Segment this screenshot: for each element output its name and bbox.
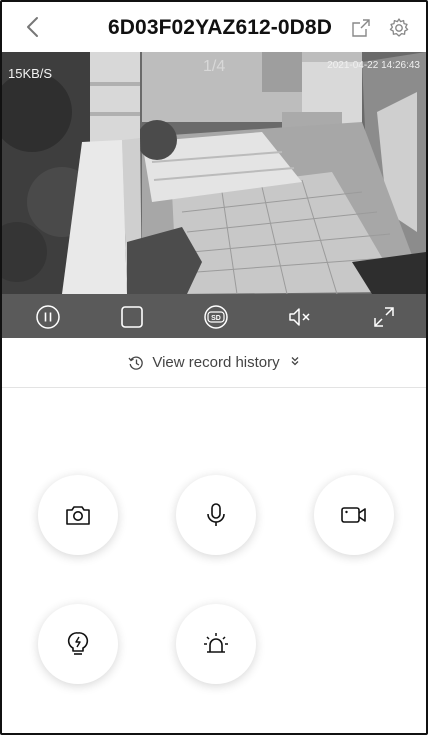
microphone-icon: [207, 503, 225, 526]
view-record-history-button[interactable]: View record history: [2, 338, 426, 388]
history-clock-icon: [128, 355, 144, 370]
history-label: View record history: [152, 354, 280, 371]
device-title: 6D03F02YAZ612-0D8D: [108, 16, 332, 39]
video-timestamp: 2021-04-22 14:26:43: [327, 60, 420, 71]
page-indicator: 1/4: [203, 58, 226, 75]
alarm-siren-icon: [204, 633, 228, 653]
chevron-left-icon[interactable]: [22, 15, 44, 39]
bitrate-label: 15KB/S: [8, 66, 53, 81]
alarm-button[interactable]: [176, 604, 256, 684]
svg-text:SD: SD: [211, 315, 221, 322]
light-button[interactable]: [38, 604, 118, 684]
pause-icon[interactable]: [35, 304, 61, 330]
video-record-icon: [341, 507, 366, 523]
video-control-bar: SD: [2, 294, 426, 338]
snapshot-button[interactable]: [38, 475, 118, 555]
app-frame: 6D03F02YAZ612-0D8D 15KB/S 1/4 2021-04-22…: [0, 0, 428, 735]
talk-button[interactable]: [176, 475, 256, 555]
light-bulb-icon: [67, 632, 89, 655]
mute-icon[interactable]: [287, 304, 313, 330]
camera-video-feed[interactable]: 15KB/S 1/4 2021-04-22 14:26:43: [2, 52, 426, 294]
gear-icon[interactable]: [388, 17, 410, 39]
camera-icon: [66, 506, 90, 525]
share-icon[interactable]: [350, 17, 372, 39]
chevron-double-down-icon: [290, 356, 300, 369]
header: 6D03F02YAZ612-0D8D: [2, 2, 426, 52]
sd-icon[interactable]: SD: [203, 304, 229, 330]
record-button[interactable]: [314, 475, 394, 555]
camera-scene-image: [2, 52, 426, 294]
stop-icon[interactable]: [119, 304, 145, 330]
fullscreen-icon[interactable]: [371, 304, 397, 330]
